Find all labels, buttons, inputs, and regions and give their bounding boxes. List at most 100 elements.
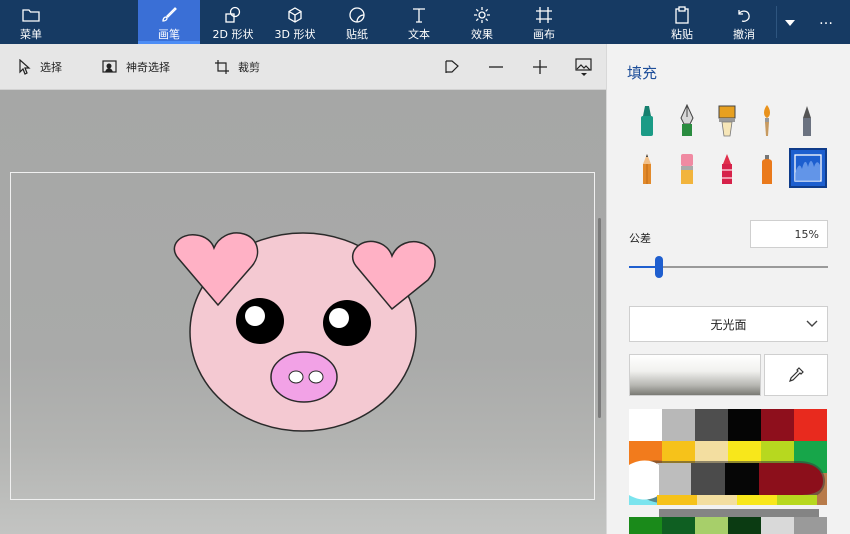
- undo-icon: [735, 6, 753, 24]
- pixel-pen-icon: [803, 106, 811, 136]
- palette-color-cell[interactable]: [794, 517, 827, 534]
- tab-canvas-label: 画布: [533, 28, 555, 41]
- canvas-toolbar: 选择 神奇选择 裁剪: [0, 44, 606, 90]
- tab-2d-shapes-label: 2D 形状: [212, 28, 254, 41]
- marker-brush-button[interactable]: [629, 102, 665, 140]
- clipboard-icon: [674, 6, 690, 24]
- tab-3d-shapes-label: 3D 形状: [274, 28, 316, 41]
- pig-right-eye-highlight: [329, 308, 349, 328]
- pencil-icon: [643, 154, 651, 184]
- pig-left-eye-highlight: [245, 306, 265, 326]
- color-palette: [629, 409, 828, 534]
- tab-effects[interactable]: 效果: [452, 0, 512, 44]
- palette-color-cell[interactable]: [629, 517, 662, 534]
- fill-bucket-icon: [794, 154, 822, 182]
- canvas-workspace[interactable]: [0, 90, 606, 534]
- magic-select-button[interactable]: 神奇选择: [100, 44, 170, 90]
- effects-icon: [473, 6, 491, 24]
- paste-label: 粘贴: [671, 28, 693, 41]
- pencil-brush-button[interactable]: [629, 150, 665, 188]
- caret-down-icon: [785, 14, 795, 32]
- tab-canvas[interactable]: 画布: [514, 0, 574, 44]
- sticker-icon: [348, 6, 366, 24]
- eraser-icon: [681, 154, 693, 184]
- tab-2d-shapes[interactable]: 2D 形状: [200, 0, 266, 44]
- oil-brush-button[interactable]: [709, 102, 745, 140]
- watercolor-icon: [764, 105, 770, 136]
- finish-dropdown-value: 无光面: [710, 317, 747, 332]
- palette-color-cell[interactable]: [794, 409, 827, 441]
- palette-color-cell[interactable]: [662, 517, 695, 534]
- menu-button[interactable]: 菜单: [0, 0, 62, 44]
- tab-text[interactable]: 文本: [388, 0, 450, 44]
- palette-color-cell[interactable]: [695, 517, 728, 534]
- menu-label: 菜单: [20, 28, 42, 41]
- marker-icon: [641, 106, 653, 136]
- pixel-pen-brush-button[interactable]: [789, 102, 825, 140]
- folder-icon: [22, 6, 40, 24]
- tab-brushes-label: 画笔: [158, 28, 180, 41]
- tab-stickers-label: 贴纸: [346, 28, 368, 41]
- palette-color-cell[interactable]: [695, 409, 728, 441]
- top-ribbon: 菜单 画笔 2D 形状 3D 形状 贴纸 文本 效果 画布 粘贴 撤消 …: [0, 0, 850, 44]
- vertical-scrollbar[interactable]: [598, 218, 601, 418]
- palette-color-cell[interactable]: [728, 517, 761, 534]
- brush-panel: 填充 公差 15% 无光面: [606, 44, 850, 534]
- canvas-icon: [535, 6, 553, 24]
- tolerance-slider-thumb[interactable]: [655, 256, 663, 278]
- pig-right-nostril: [308, 370, 324, 384]
- brush-icon: [160, 6, 178, 24]
- fill-bucket-brush-button[interactable]: [789, 148, 827, 188]
- spray-can-brush-button[interactable]: [749, 150, 785, 188]
- text-icon: [411, 6, 427, 24]
- crop-label: 裁剪: [238, 61, 260, 74]
- finish-dropdown[interactable]: 无光面: [629, 306, 828, 342]
- zoom-in-button[interactable]: [530, 44, 556, 90]
- tolerance-label: 公差: [629, 232, 651, 245]
- image-icon: [574, 57, 594, 77]
- panel-title: 填充: [627, 64, 658, 82]
- tolerance-input[interactable]: 15%: [750, 220, 828, 248]
- palette-color-cell[interactable]: [629, 409, 662, 441]
- magic-select-label: 神奇选择: [126, 61, 170, 74]
- palette-smear-overlay: [629, 460, 825, 517]
- chevron-down-icon: [805, 317, 819, 334]
- tab-stickers[interactable]: 贴纸: [326, 0, 388, 44]
- more-button[interactable]: …: [806, 0, 846, 44]
- ribbon-separator: [776, 6, 777, 38]
- tab-brushes[interactable]: 画笔: [138, 0, 200, 44]
- palette-color-cell[interactable]: [761, 409, 794, 441]
- eyedropper-icon: [789, 367, 804, 382]
- image-view-button[interactable]: [574, 44, 600, 90]
- watercolor-brush-button[interactable]: [749, 102, 785, 140]
- paste-button[interactable]: 粘贴: [652, 0, 712, 44]
- zoom-out-button[interactable]: [486, 44, 512, 90]
- cursor-icon: [14, 57, 34, 77]
- calligraphy-pen-icon: [680, 104, 694, 136]
- crayon-brush-button[interactable]: [709, 150, 745, 188]
- tab-3d-shapes[interactable]: 3D 形状: [266, 0, 324, 44]
- eyedropper-button[interactable]: [764, 354, 828, 396]
- select-button[interactable]: 选择: [14, 44, 62, 90]
- palette-color-cell[interactable]: [761, 517, 794, 534]
- tolerance-value: 15%: [794, 227, 819, 241]
- spray-can-icon: [762, 155, 772, 184]
- view-perspective-button[interactable]: [442, 44, 468, 90]
- crop-button[interactable]: 裁剪: [212, 44, 260, 90]
- pig-snout: [270, 351, 338, 403]
- shapes-2d-icon: [224, 6, 242, 24]
- calligraphy-pen-brush-button[interactable]: [669, 102, 705, 140]
- palette-color-cell[interactable]: [728, 409, 761, 441]
- eraser-brush-button[interactable]: [669, 150, 705, 188]
- minus-icon: [486, 57, 506, 77]
- cube-3d-icon: [286, 6, 304, 24]
- current-color-swatch[interactable]: [629, 354, 761, 396]
- tab-text-label: 文本: [408, 28, 430, 41]
- history-dropdown-button[interactable]: [778, 0, 802, 44]
- flag-icon: [442, 57, 462, 77]
- crayon-icon: [722, 154, 732, 184]
- pig-drawing: [173, 232, 436, 432]
- crop-icon: [212, 57, 232, 77]
- palette-color-cell[interactable]: [662, 409, 695, 441]
- undo-button[interactable]: 撤消: [714, 0, 774, 44]
